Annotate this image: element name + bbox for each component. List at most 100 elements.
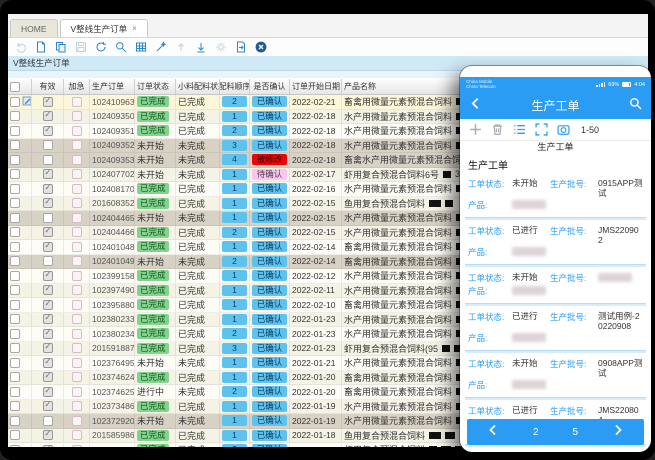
column-header[interactable]: 加急 <box>64 79 90 94</box>
urgent-checkbox[interactable] <box>72 358 82 368</box>
column-header[interactable] <box>8 79 32 94</box>
urgent-checkbox[interactable] <box>72 140 82 150</box>
next-page-icon[interactable] <box>612 423 624 441</box>
urgent-checkbox[interactable] <box>72 300 82 310</box>
row-select-checkbox[interactable] <box>10 111 20 121</box>
urgent-checkbox[interactable] <box>72 169 82 179</box>
tab-close-icon[interactable]: × <box>132 20 137 38</box>
work-order-item[interactable]: 工单状态: 已进行 生产批号: 0905 产品: <box>467 447 644 452</box>
urgent-checkbox[interactable] <box>72 445 82 447</box>
column-header[interactable]: 生产订单 <box>90 79 135 94</box>
urgent-checkbox[interactable] <box>72 198 82 208</box>
valid-checkbox[interactable] <box>43 227 53 237</box>
copy-icon[interactable] <box>54 41 67 54</box>
list-icon[interactable] <box>513 123 526 136</box>
urgent-checkbox[interactable] <box>72 401 82 411</box>
valid-checkbox[interactable] <box>43 198 53 208</box>
urgent-checkbox[interactable] <box>72 430 82 440</box>
valid-checkbox[interactable] <box>43 256 53 266</box>
new-document-icon[interactable] <box>34 41 47 54</box>
valid-checkbox[interactable] <box>43 140 53 150</box>
prev-page-icon[interactable] <box>487 423 499 441</box>
valid-checkbox[interactable] <box>43 358 53 368</box>
valid-checkbox[interactable] <box>43 285 53 295</box>
filter-wand-icon[interactable] <box>154 41 167 54</box>
row-select-checkbox[interactable] <box>10 300 20 310</box>
add-icon[interactable] <box>469 123 482 136</box>
row-select-checkbox[interactable] <box>10 329 20 339</box>
urgent-checkbox[interactable] <box>72 256 82 266</box>
export-icon[interactable] <box>234 41 247 54</box>
valid-checkbox[interactable] <box>43 372 53 382</box>
column-header[interactable]: 有效 <box>32 79 64 94</box>
tab-home[interactable]: HOME <box>10 19 58 37</box>
row-select-checkbox[interactable] <box>10 242 20 252</box>
close-circle-icon[interactable] <box>254 41 267 54</box>
scan-icon[interactable] <box>535 123 548 136</box>
row-select-checkbox[interactable] <box>10 401 20 411</box>
work-order-item[interactable]: 工单状态: 已进行 生产批号: JMS220902 产品: <box>467 220 644 267</box>
row-select-checkbox[interactable] <box>10 227 20 237</box>
work-order-item[interactable]: 工单状态: 未开始 生产批号: 0915APP测试 产品: <box>467 173 644 220</box>
row-select-checkbox[interactable] <box>10 155 20 165</box>
row-select-checkbox[interactable] <box>10 169 20 179</box>
valid-checkbox[interactable] <box>43 343 53 353</box>
row-select-checkbox[interactable] <box>10 430 20 440</box>
urgent-checkbox[interactable] <box>72 271 82 281</box>
row-select-checkbox[interactable] <box>10 416 20 426</box>
column-header[interactable]: 配料顺序 <box>220 79 250 94</box>
row-select-checkbox[interactable] <box>10 140 20 150</box>
row-select-checkbox[interactable] <box>10 445 20 447</box>
row-select-checkbox[interactable] <box>10 198 20 208</box>
urgent-checkbox[interactable] <box>72 416 82 426</box>
urgent-checkbox[interactable] <box>72 213 82 223</box>
valid-checkbox[interactable] <box>43 314 53 324</box>
refresh-icon[interactable] <box>94 41 107 54</box>
row-select-checkbox[interactable] <box>10 343 20 353</box>
valid-checkbox[interactable] <box>43 213 53 223</box>
valid-checkbox[interactable] <box>43 184 53 194</box>
row-select-checkbox[interactable] <box>10 372 20 382</box>
valid-checkbox[interactable] <box>43 155 53 165</box>
trash-icon[interactable] <box>491 123 504 136</box>
urgent-checkbox[interactable] <box>72 242 82 252</box>
valid-checkbox[interactable] <box>43 387 53 397</box>
row-select-checkbox[interactable] <box>10 285 20 295</box>
urgent-checkbox[interactable] <box>72 314 82 324</box>
valid-checkbox[interactable] <box>43 111 53 121</box>
column-header[interactable]: 订单开始日期 <box>290 79 342 94</box>
valid-checkbox[interactable] <box>43 401 53 411</box>
search-icon[interactable] <box>114 41 127 54</box>
select-all-checkbox[interactable] <box>10 82 20 92</box>
urgent-checkbox[interactable] <box>72 329 82 339</box>
urgent-checkbox[interactable] <box>72 285 82 295</box>
tab-production-orders[interactable]: V整线生产订单 × <box>60 19 148 37</box>
valid-checkbox[interactable] <box>43 97 53 107</box>
camera-icon[interactable] <box>557 123 570 136</box>
back-chevron-icon[interactable] <box>469 97 482 115</box>
table-icon[interactable] <box>134 41 147 54</box>
urgent-checkbox[interactable] <box>72 155 82 165</box>
work-order-item[interactable]: 工单状态: 未开始 生产批号: 产品: <box>467 267 644 306</box>
column-header[interactable]: 是否确认 <box>250 79 290 94</box>
row-select-checkbox[interactable] <box>10 184 20 194</box>
current-page[interactable]: 2 <box>533 427 539 438</box>
edit-row-icon[interactable] <box>22 96 32 108</box>
valid-checkbox[interactable] <box>43 126 53 136</box>
work-order-item[interactable]: 工单状态: 已进行 生产批号: 测试用例-20220908 产品: <box>467 306 644 353</box>
row-select-checkbox[interactable] <box>10 387 20 397</box>
valid-checkbox[interactable] <box>43 430 53 440</box>
urgent-checkbox[interactable] <box>72 97 82 107</box>
valid-checkbox[interactable] <box>43 169 53 179</box>
urgent-checkbox[interactable] <box>72 184 82 194</box>
search-icon[interactable] <box>629 97 642 115</box>
urgent-checkbox[interactable] <box>72 111 82 121</box>
valid-checkbox[interactable] <box>43 242 53 252</box>
urgent-checkbox[interactable] <box>72 126 82 136</box>
urgent-checkbox[interactable] <box>72 372 82 382</box>
urgent-checkbox[interactable] <box>72 387 82 397</box>
work-order-item[interactable]: 工单状态: 未开始 生产批号: 0908APP测试 产品: <box>467 353 644 400</box>
valid-checkbox[interactable] <box>43 445 53 447</box>
row-select-checkbox[interactable] <box>10 256 20 266</box>
valid-checkbox[interactable] <box>43 300 53 310</box>
